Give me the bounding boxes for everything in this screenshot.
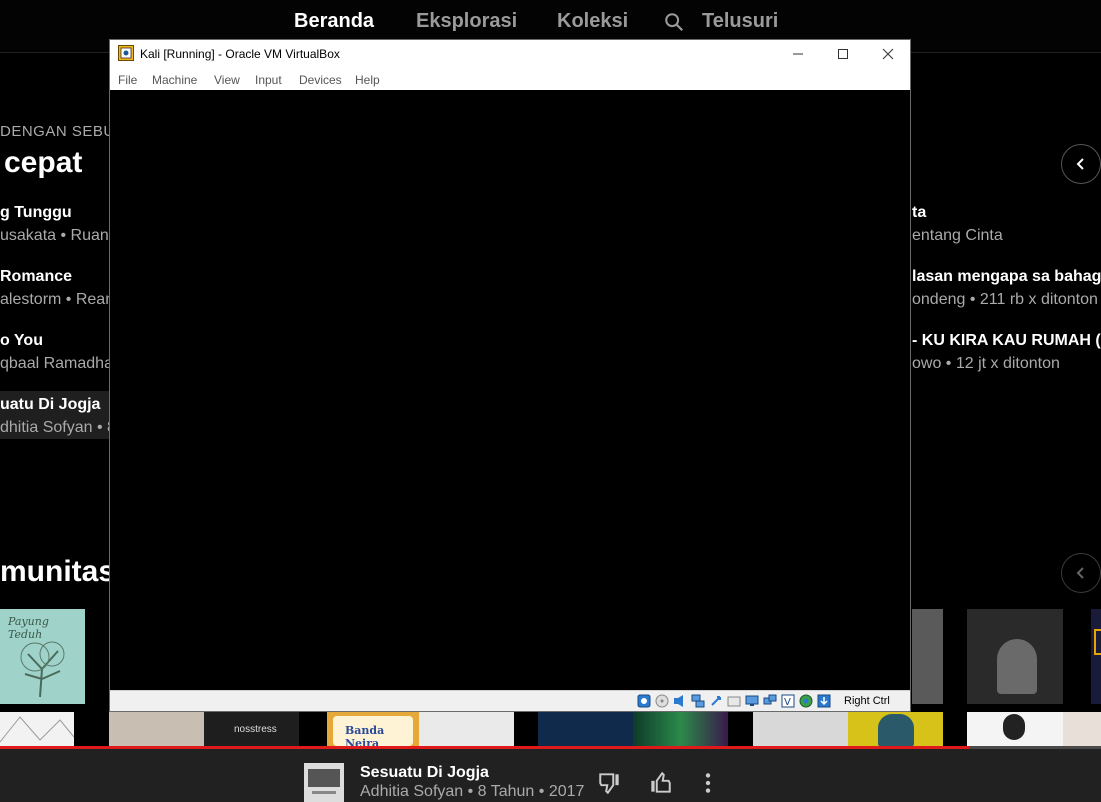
minimize-button[interactable] (775, 40, 820, 68)
audio-icon[interactable] (673, 694, 687, 708)
song-subtitle: owo • 12 jt x ditonton (912, 355, 1060, 372)
song-title[interactable]: Romance (0, 268, 72, 286)
window-menubar: File Machine View Input Devices Help (110, 68, 910, 90)
search-icon[interactable] (663, 11, 685, 33)
song-subtitle: ondeng • 211 rb x ditonton (912, 291, 1098, 308)
song-title[interactable]: g Tunggu (0, 204, 72, 222)
thumbnail-image (308, 769, 340, 787)
community-prev-button[interactable] (1061, 553, 1101, 593)
nav-telusuri[interactable]: Telusuri (702, 10, 778, 33)
nav-eksplorasi[interactable]: Eksplorasi (416, 10, 517, 33)
artist-photo (1003, 714, 1025, 740)
album-cover[interactable] (1091, 609, 1101, 704)
guest-display[interactable] (110, 90, 910, 690)
album-graphic (1094, 629, 1101, 655)
now-playing-thumbnail[interactable] (304, 763, 344, 802)
artist-photo (878, 714, 914, 746)
song-title[interactable]: uatu Di Jogja (0, 396, 100, 414)
album-cover[interactable] (967, 712, 1063, 746)
chevron-left-icon (1076, 567, 1084, 579)
optical-drive-icon[interactable] (655, 694, 669, 708)
progress-bar-remaining[interactable] (969, 746, 1101, 749)
menu-input[interactable]: Input (255, 73, 282, 87)
svg-text:V: V (784, 697, 791, 708)
more-options-icon[interactable] (695, 770, 721, 796)
album-cover[interactable] (848, 712, 943, 746)
song-subtitle: qbaal Ramadhan (0, 355, 122, 372)
song-title[interactable]: lasan mengapa sa bahagia (912, 268, 1101, 286)
song-title[interactable]: o You (0, 332, 43, 350)
nav-koleksi[interactable]: Koleksi (557, 10, 628, 33)
album-cover[interactable] (109, 712, 204, 746)
keyboard-capture-icon[interactable] (817, 694, 831, 708)
song-subtitle: dhitia Sofyan • 8 (0, 419, 116, 436)
song-subtitle: alestorm • Rean (0, 291, 115, 308)
network-icon[interactable] (691, 694, 705, 708)
album-cover[interactable] (0, 712, 74, 746)
close-button[interactable] (865, 40, 910, 68)
album-cover[interactable]: Banda Neira (327, 712, 419, 746)
minimize-icon (792, 53, 803, 55)
album-cover[interactable]: nosstress (204, 712, 299, 746)
window-statusbar: V Right Ctrl (110, 690, 910, 711)
virtualbox-window[interactable]: Kali [Running] - Oracle VM VirtualBox Fi… (109, 39, 911, 712)
line-art (0, 716, 74, 743)
window-titlebar[interactable]: Kali [Running] - Oracle VM VirtualBox (110, 40, 910, 68)
player-song-subtitle[interactable]: Adhitia Sofyan • 8 Tahun • 2017 (360, 783, 584, 801)
host-key-label: Right Ctrl (844, 695, 890, 707)
dislike-icon[interactable] (597, 770, 623, 796)
song-title[interactable]: ta (912, 204, 926, 222)
close-icon (882, 48, 893, 60)
menu-view[interactable]: View (214, 73, 240, 87)
community-title: munitas (0, 555, 116, 588)
progress-bar[interactable] (0, 746, 969, 749)
section-eyebrow: DENGAN SEBUA (0, 123, 126, 140)
menu-machine[interactable]: Machine (152, 73, 197, 87)
artist-photo (997, 639, 1037, 694)
display-icon[interactable] (745, 694, 759, 708)
shared-folders-icon[interactable] (727, 694, 741, 708)
mouse-integration-icon[interactable] (799, 694, 813, 708)
virtualbox-app-icon (118, 45, 134, 61)
album-cover[interactable] (1063, 712, 1101, 746)
video-capture-icon[interactable] (763, 694, 777, 708)
virtualization-icon[interactable]: V (781, 694, 795, 708)
album-label: Payung Teduh (8, 615, 49, 641)
album-cover[interactable] (633, 712, 728, 746)
album-cover[interactable]: Payung Teduh (0, 609, 85, 704)
carousel-prev-button[interactable] (1061, 144, 1101, 184)
album-cover[interactable] (967, 609, 1063, 704)
maximize-button[interactable] (820, 40, 865, 68)
song-subtitle: usakata • Ruang (0, 227, 118, 244)
maximize-icon (837, 49, 848, 59)
album-label: Banda Neira (345, 724, 385, 746)
album-cover[interactable] (912, 609, 943, 704)
nav-beranda[interactable]: Beranda (294, 10, 374, 33)
hard-disk-icon[interactable] (637, 694, 651, 708)
player-song-title[interactable]: Sesuatu Di Jogja (360, 764, 489, 782)
song-subtitle: entang Cinta (912, 227, 1003, 244)
like-icon[interactable] (647, 770, 673, 796)
usb-icon[interactable] (709, 694, 723, 708)
album-cover[interactable] (753, 712, 848, 746)
section-title: cepat (4, 146, 83, 179)
thumbnail-image (312, 791, 336, 794)
menu-help[interactable]: Help (355, 73, 380, 87)
album-cover[interactable] (419, 712, 514, 746)
menu-devices[interactable]: Devices (299, 73, 342, 87)
album-label: nosstress (234, 724, 277, 735)
album-cover[interactable] (538, 712, 633, 746)
chevron-left-icon (1076, 158, 1084, 170)
menu-file[interactable]: File (118, 73, 137, 87)
song-title[interactable]: - KU KIRA KAU RUMAH (LI (912, 332, 1101, 350)
window-title: Kali [Running] - Oracle VM VirtualBox (140, 47, 340, 61)
